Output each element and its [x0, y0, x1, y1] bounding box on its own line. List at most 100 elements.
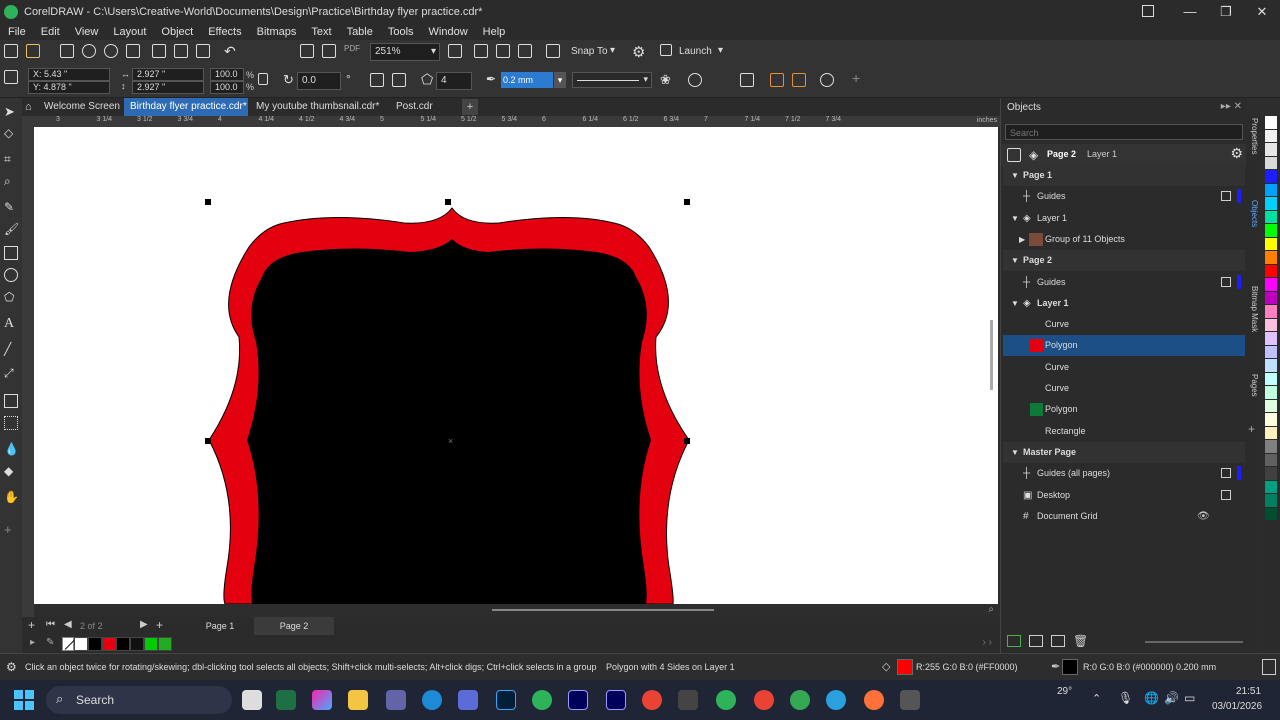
- settings-icon[interactable]: [678, 690, 698, 710]
- coreldraw-active-icon[interactable]: [716, 690, 736, 710]
- convert-curves-icon[interactable]: [820, 73, 834, 90]
- palette-swatch[interactable]: [158, 637, 172, 651]
- ellipse-tool-icon[interactable]: [4, 268, 18, 282]
- new-document-icon[interactable]: [4, 44, 18, 61]
- polygon-tool-icon[interactable]: ⬠: [4, 290, 18, 304]
- new-tab-button[interactable]: +: [462, 99, 478, 115]
- selection-handle-tc[interactable]: [445, 199, 451, 205]
- text-tool-icon[interactable]: A: [4, 316, 18, 331]
- selection-handle-ml[interactable]: [205, 438, 211, 444]
- chevron-down-icon[interactable]: ▼: [1011, 208, 1019, 229]
- palette-swatch[interactable]: [1265, 372, 1277, 386]
- object-tree-row[interactable]: ┼ Guides (all pages): [1003, 463, 1245, 484]
- palette-scroll-icon[interactable]: › ›: [983, 637, 992, 648]
- snap-icon[interactable]: [546, 44, 560, 61]
- object-tree-row[interactable]: ┼ Guides: [1003, 186, 1245, 207]
- line-style-select[interactable]: ▾: [572, 72, 652, 88]
- object-origin-icon[interactable]: [4, 70, 18, 87]
- task-view-icon[interactable]: [242, 690, 262, 710]
- arrange-back-icon[interactable]: [792, 73, 806, 90]
- menu-object[interactable]: Object: [161, 26, 193, 38]
- add-tool-icon[interactable]: +: [4, 522, 18, 537]
- freehand-tool-icon[interactable]: ✎: [4, 200, 18, 214]
- battery-icon[interactable]: ▭: [1184, 691, 1195, 705]
- windows-start-icon[interactable]: [14, 690, 34, 710]
- palette-eyedropper-icon[interactable]: ✎: [46, 637, 54, 648]
- align-icon[interactable]: [740, 73, 754, 90]
- polygon-sides-field[interactable]: 4: [436, 72, 472, 90]
- clock-date[interactable]: 03/01/2026: [1212, 701, 1262, 712]
- network-icon[interactable]: 🌐: [1144, 691, 1159, 705]
- palette-swatch[interactable]: [1265, 305, 1277, 319]
- mirror-horizontal-icon[interactable]: [370, 73, 384, 90]
- palette-swatch[interactable]: [1265, 359, 1277, 373]
- no-fill-swatch[interactable]: [62, 637, 76, 651]
- import-icon[interactable]: [300, 44, 314, 61]
- grid-toggle-icon[interactable]: [496, 44, 510, 61]
- menu-help[interactable]: Help: [483, 26, 506, 38]
- first-page-icon[interactable]: ⏮: [46, 619, 55, 630]
- y-position-field[interactable]: Y: 4.878 ": [28, 81, 110, 94]
- palette-swatch[interactable]: [74, 637, 88, 651]
- object-tree-row[interactable]: # Document Grid 👁: [1003, 506, 1245, 527]
- tab-birthday-flyer[interactable]: Birthday flyer practice.cdr*: [124, 98, 248, 116]
- lock-icon[interactable]: [1221, 191, 1231, 202]
- palette-swatch[interactable]: [1265, 264, 1277, 278]
- object-tree-row[interactable]: Rectangle: [1003, 421, 1245, 442]
- object-tree-row[interactable]: ▼ Master Page: [1003, 441, 1245, 463]
- palette-swatch[interactable]: [1265, 116, 1277, 130]
- palette-swatch[interactable]: [1265, 467, 1277, 481]
- vertical-scrollbar[interactable]: [990, 320, 993, 390]
- contour-icon[interactable]: ❀: [660, 72, 671, 88]
- cloud-icon[interactable]: [82, 44, 96, 61]
- lock-icon[interactable]: [1221, 276, 1231, 287]
- menu-layout[interactable]: Layout: [113, 26, 146, 38]
- palette-swatch[interactable]: [1265, 413, 1277, 427]
- docker-settings-icon[interactable]: ⚙: [1230, 145, 1243, 162]
- microphone-icon[interactable]: 🎙: [1118, 691, 1133, 705]
- palette-swatch[interactable]: [1265, 210, 1277, 224]
- telegram-icon[interactable]: [826, 690, 846, 710]
- object-tree-row[interactable]: Curve: [1003, 378, 1245, 399]
- visibility-icon[interactable]: 👁: [1197, 506, 1210, 527]
- previous-page-icon[interactable]: ◀: [64, 619, 72, 630]
- outline-width-field[interactable]: 0.2 mm: [501, 72, 553, 88]
- object-tree-row[interactable]: ┼ Guides: [1003, 272, 1245, 293]
- menu-effects[interactable]: Effects: [208, 26, 241, 38]
- fill-color-swatch[interactable]: [897, 659, 913, 675]
- lock-icon[interactable]: [1221, 468, 1231, 479]
- add-page-before-icon[interactable]: +: [28, 618, 35, 632]
- menu-window[interactable]: Window: [429, 26, 468, 38]
- add-docker-icon[interactable]: +: [1248, 422, 1255, 436]
- edge-icon[interactable]: [422, 690, 442, 710]
- palette-swatch[interactable]: [1265, 156, 1277, 170]
- launch-button[interactable]: Launch: [679, 46, 712, 57]
- taskbar-search[interactable]: ⌕ Search: [46, 686, 232, 714]
- account-icon[interactable]: [1142, 5, 1154, 17]
- palette-swatch[interactable]: [1265, 129, 1277, 143]
- menu-text[interactable]: Text: [311, 26, 331, 38]
- palette-swatch[interactable]: [88, 637, 102, 651]
- scale-width-field[interactable]: 100.0: [210, 68, 244, 81]
- page-tab-1[interactable]: Page 1: [180, 617, 260, 635]
- lock-icon[interactable]: [1221, 489, 1231, 500]
- object-tree-row[interactable]: Curve: [1003, 314, 1245, 335]
- lock-ratio-icon[interactable]: [258, 73, 268, 85]
- minimize-button[interactable]: —: [1172, 0, 1208, 23]
- smart-fill-icon[interactable]: ✋: [4, 490, 19, 504]
- status-settings-icon[interactable]: ⚙: [6, 660, 17, 674]
- cut-icon[interactable]: [152, 44, 166, 61]
- file-explorer-icon[interactable]: [348, 690, 368, 710]
- new-master-layer-icon[interactable]: [1029, 635, 1043, 647]
- gear-icon[interactable]: ⚙: [632, 43, 645, 61]
- tab-welcome-screen[interactable]: Welcome Screen: [38, 98, 124, 116]
- blend-tool-icon[interactable]: ⤢: [4, 366, 18, 380]
- menu-file[interactable]: File: [8, 26, 26, 38]
- after-effects-icon[interactable]: [568, 690, 588, 710]
- tab-youtube-thumbnail[interactable]: My youtube thumbsnail.cdr*: [250, 98, 380, 116]
- interactive-fill-icon[interactable]: ◆: [4, 464, 18, 478]
- pick-tool-icon[interactable]: ➤: [4, 104, 18, 119]
- next-page-icon[interactable]: ▶: [140, 619, 148, 630]
- palette-swatch[interactable]: [1265, 291, 1277, 305]
- width-field[interactable]: 2.927 ": [132, 68, 204, 81]
